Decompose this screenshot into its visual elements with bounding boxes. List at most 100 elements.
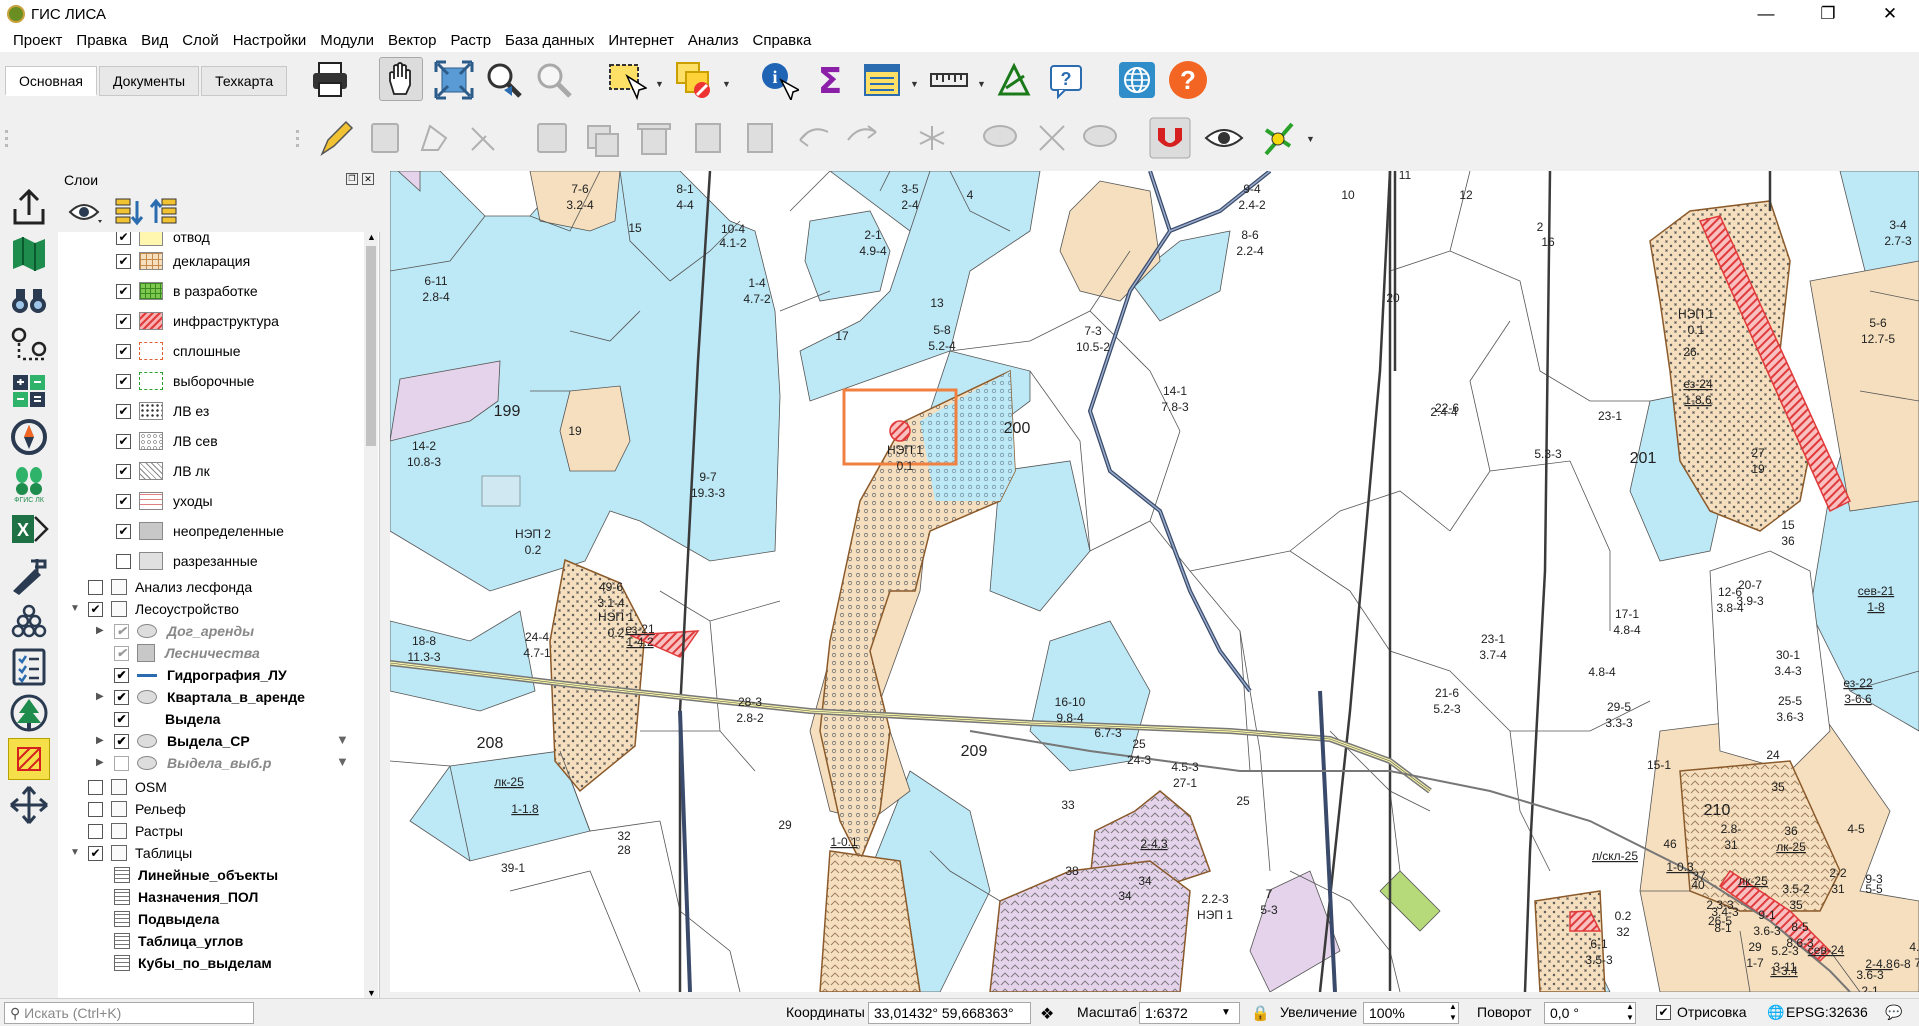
- layer-checkbox[interactable]: ✔: [114, 733, 129, 749]
- coords-field[interactable]: 33,01432° 59,668363°: [868, 1002, 1031, 1024]
- pan-hand-icon[interactable]: [379, 57, 423, 101]
- collapse-arrow-icon[interactable]: ▼: [70, 847, 80, 858]
- menu-project[interactable]: Проект: [6, 32, 69, 49]
- table-dropdown-icon[interactable]: ▼: [910, 79, 919, 89]
- attribute-table-icon[interactable]: [860, 58, 904, 102]
- visibility-eye-icon[interactable]: [68, 200, 104, 226]
- panel-float-icon[interactable]: ❐: [346, 173, 358, 185]
- table-linear-objects[interactable]: Линейные_объекты: [114, 864, 278, 886]
- excel-export-icon[interactable]: X: [8, 508, 50, 550]
- group-tables[interactable]: ✔ Таблицы: [88, 842, 192, 864]
- binoculars-icon[interactable]: [8, 278, 50, 320]
- table-pol-purposes[interactable]: Назначения_ПОЛ: [114, 886, 258, 908]
- render-checkbox[interactable]: ✔: [1656, 1005, 1671, 1020]
- layer-allotments[interactable]: ✔ Выдела: [114, 708, 220, 730]
- menu-help[interactable]: Справка: [746, 32, 819, 49]
- rotation-up-icon[interactable]: ▲: [1626, 1002, 1634, 1011]
- layer-checkbox[interactable]: [88, 801, 103, 817]
- panel-close-icon[interactable]: ✕: [362, 173, 374, 185]
- zoom-up-icon[interactable]: ▲: [1449, 1002, 1457, 1011]
- crs-label[interactable]: EPSG:32636: [1786, 1004, 1868, 1020]
- layer-checkbox[interactable]: ✔: [116, 493, 131, 509]
- menu-vector[interactable]: Вектор: [381, 32, 443, 49]
- fgis-lk-logo-icon[interactable]: ФГИС ЛК: [8, 462, 50, 504]
- layer-checkbox[interactable]: [88, 823, 103, 839]
- layer-forestries[interactable]: ✔ Лесничества: [114, 642, 260, 664]
- layer-checkbox[interactable]: ✔: [116, 343, 131, 359]
- route-points-icon[interactable]: [8, 324, 50, 366]
- layer-checkbox[interactable]: ✔: [116, 232, 131, 245]
- sort-up-icon[interactable]: [150, 197, 180, 227]
- coords-toggle-icon[interactable]: ❖: [1040, 1004, 1054, 1024]
- crs-globe-icon[interactable]: 🌐: [1767, 1004, 1784, 1021]
- collapse-arrow-icon[interactable]: ▼: [70, 603, 80, 614]
- menu-web[interactable]: Интернет: [601, 32, 680, 49]
- layer-declaration[interactable]: ✔ декларация: [116, 250, 250, 272]
- close-icon[interactable]: ✕: [1867, 0, 1913, 28]
- deselect-dropdown-icon[interactable]: ▼: [722, 79, 731, 89]
- menu-analysis[interactable]: Анализ: [681, 32, 746, 49]
- calculator-icon[interactable]: [8, 370, 50, 412]
- layer-checkbox[interactable]: ✔: [116, 283, 131, 299]
- map-fold-icon[interactable]: [8, 232, 50, 274]
- layer-checkbox[interactable]: ✔: [114, 667, 129, 683]
- layer-allotments-selective[interactable]: Выдела_выб.р: [114, 752, 271, 774]
- layer-checkbox[interactable]: ✔: [116, 403, 131, 419]
- expand-arrow-icon[interactable]: ▶: [96, 735, 104, 746]
- rotation-down-icon[interactable]: ▼: [1626, 1013, 1634, 1022]
- filter-icon[interactable]: ▼: [336, 754, 349, 769]
- layer-lv-lk[interactable]: ✔ ЛВ лк: [116, 460, 210, 482]
- layer-allotments-sr[interactable]: ✔ Выдела_СР: [114, 730, 250, 752]
- layer-lease-contracts[interactable]: ✔ Дог_аренды: [114, 620, 254, 642]
- menu-edit[interactable]: Правка: [69, 32, 134, 49]
- table-angles[interactable]: Таблица_углов: [114, 930, 243, 952]
- layer-checkbox[interactable]: [88, 579, 103, 595]
- select-dropdown-icon[interactable]: ▼: [655, 79, 664, 89]
- scrollbar-thumb[interactable]: [366, 246, 376, 446]
- whats-this-help-icon[interactable]: ?: [1044, 58, 1088, 102]
- help-question-icon[interactable]: ?: [1166, 58, 1210, 102]
- layer-checkbox[interactable]: ✔: [116, 373, 131, 389]
- layer-lv-ez[interactable]: ✔ ЛВ ез: [116, 400, 209, 422]
- map-canvas[interactable]: 7-6 3.2-4 8-1 4-4 3-5 2-4 4 9-4 2.4-2 10 11 12 10-4 4…: [390, 171, 1919, 992]
- group-forest-analysis[interactable]: Анализ лесфонда: [88, 576, 252, 598]
- group-rasters[interactable]: Растры: [88, 820, 183, 842]
- layer-checkbox[interactable]: ✔: [116, 313, 131, 329]
- zoom-next-icon[interactable]: [532, 58, 576, 102]
- digitize-dropdown-icon[interactable]: ▼: [1306, 134, 1315, 144]
- menu-raster[interactable]: Растр: [443, 32, 498, 49]
- compass-icon[interactable]: [8, 416, 50, 458]
- layer-checkbox[interactable]: [116, 553, 131, 569]
- table-subdivisions[interactable]: Подвыдела: [114, 908, 219, 930]
- rotation-field[interactable]: 0,0 °: [1544, 1002, 1636, 1024]
- web-globe-icon[interactable]: [1115, 58, 1159, 102]
- tab-main[interactable]: Основная: [5, 66, 97, 96]
- layer-selective[interactable]: ✔ выборочные: [116, 370, 254, 392]
- scale-dropdown-icon[interactable]: ▼: [1221, 1007, 1231, 1018]
- layer-otvod[interactable]: ✔ отвод: [116, 232, 210, 248]
- expand-arrow-icon[interactable]: ▶: [96, 625, 104, 636]
- layer-checkbox[interactable]: [88, 779, 103, 795]
- layer-leased-quarters[interactable]: ✔ Квартала_в_аренде: [114, 686, 305, 708]
- layer-checkbox[interactable]: ✔: [114, 623, 129, 639]
- layer-checkbox[interactable]: [114, 755, 129, 771]
- layer-checkbox[interactable]: ✔: [88, 601, 103, 617]
- measure-dropdown-icon[interactable]: ▼: [977, 79, 986, 89]
- hatch-layer-icon[interactable]: [8, 738, 50, 780]
- map-svg[interactable]: 7-63.2-48-14-43-52-44 9-42.4-210111210-44…: [390, 171, 1919, 992]
- menu-settings[interactable]: Настройки: [226, 32, 314, 49]
- forest-tree-icon[interactable]: [8, 692, 50, 734]
- zoom-field[interactable]: 100%: [1363, 1002, 1459, 1024]
- tab-documents[interactable]: Документы: [98, 66, 200, 96]
- zoom-full-icon[interactable]: [432, 58, 476, 102]
- layer-care[interactable]: ✔ уходы: [116, 490, 213, 512]
- caliper-tool-icon[interactable]: [8, 554, 50, 596]
- layer-checkbox[interactable]: ✔: [114, 689, 129, 705]
- layer-checkbox[interactable]: ✔: [114, 711, 129, 727]
- layer-checkbox[interactable]: ✔: [116, 463, 131, 479]
- identify-icon[interactable]: i: [757, 58, 801, 102]
- scroll-up-icon[interactable]: ▲: [367, 232, 376, 242]
- sort-down-icon[interactable]: [114, 197, 144, 227]
- layer-infrastructure[interactable]: ✔ инфраструктура: [116, 310, 279, 332]
- deselect-icon[interactable]: [672, 58, 716, 102]
